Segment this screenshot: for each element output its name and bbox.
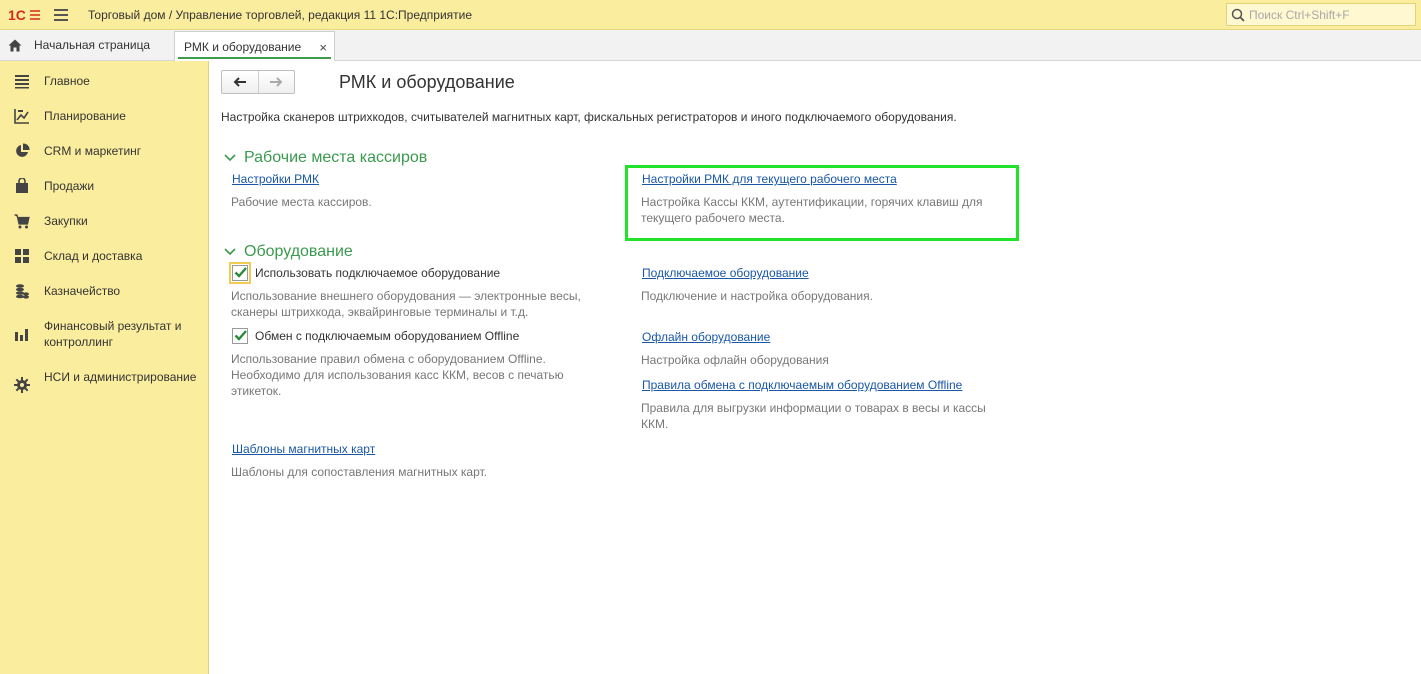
use-equipment-checkbox-row[interactable]: Использовать подключаемое оборудование — [229, 262, 501, 284]
use-equipment-checkbox[interactable] — [229, 262, 251, 284]
offline-exchange-note: Использование правил обмена с оборудован… — [231, 351, 564, 399]
1c-logo[interactable]: 1С — [8, 7, 42, 23]
sidebar-item-label: Главное — [44, 74, 90, 88]
shopping-bag-icon — [16, 178, 28, 193]
hamburger-line — [54, 9, 68, 11]
note-line: Использование правил обмена с оборудован… — [231, 352, 546, 366]
forward-button[interactable] — [257, 71, 294, 93]
coins-icon — [16, 284, 29, 299]
app-title: Торговый дом / Управление торговлей, ред… — [88, 8, 473, 22]
note-line: этикеток. — [231, 384, 282, 398]
note-line: сканеры штрихкода, эквайринговые термина… — [231, 305, 529, 319]
sidebar-item-warehouse[interactable]: Склад и доставка — [0, 247, 209, 265]
note-line: ККМ. — [641, 417, 669, 431]
tab-rmk-equipment[interactable]: РМК и оборудование × — [174, 31, 335, 61]
chevron-down-icon — [224, 248, 236, 256]
page-title: РМК и оборудование — [339, 72, 515, 92]
highlight-frame — [625, 165, 1019, 241]
sidebar-item-planning[interactable]: Планирование — [0, 107, 209, 125]
global-search[interactable] — [1226, 3, 1416, 26]
offline-exchange-rules-link[interactable]: Правила обмена с подключаемым оборудован… — [642, 378, 962, 392]
magnetic-card-templates-note: Шаблоны для сопоставления магнитных карт… — [231, 465, 488, 479]
bar-chart-icon — [15, 329, 28, 341]
sidebar-item-crm[interactable]: CRM и маркетинг — [0, 142, 209, 160]
svg-text:1С: 1С — [8, 7, 26, 23]
tab-home[interactable]: Начальная страница — [0, 30, 160, 60]
page-description: Настройка сканеров штрихкодов, считывате… — [221, 110, 957, 124]
home-icon — [8, 39, 22, 51]
magnetic-card-templates-link[interactable]: Шаблоны магнитных карт — [232, 442, 375, 456]
chevron-down-icon — [224, 154, 236, 162]
top-bar: 1С Торговый дом / Управление торговлей, … — [0, 0, 1421, 30]
pie-chart-icon — [16, 143, 30, 157]
planning-icon — [14, 109, 29, 124]
offline-equipment-note: Настройка офлайн оборудования — [641, 353, 829, 367]
sidebar-item-label: Продажи — [44, 179, 95, 193]
tab-home-label: Начальная страница — [34, 38, 151, 52]
checkmark-icon — [234, 330, 247, 341]
search-icon — [1231, 8, 1245, 22]
cart-icon — [14, 214, 30, 229]
sidebar-item-label: Казначейство — [44, 284, 121, 298]
tab-strip: Начальная страница РМК и оборудование × — [0, 30, 1421, 61]
tab-active-label: РМК и оборудование — [184, 39, 302, 54]
checkmark-icon — [234, 267, 247, 278]
sidebar-item-main[interactable]: Главное — [0, 72, 209, 90]
group-cashiers-header[interactable]: Рабочие места кассиров — [223, 149, 427, 167]
note-line: Использование внешнего оборудования — эл… — [231, 289, 581, 303]
checkbox-label: Обмен с подключаемым оборудованием Offli… — [255, 329, 520, 343]
sidebar-item-label: Планирование — [44, 109, 126, 123]
list-icon — [15, 75, 29, 89]
history-nav — [221, 70, 295, 94]
sidebar-item-finance[interactable]: Финансовый результат и контроллинг — [0, 317, 209, 351]
search-input[interactable] — [1249, 7, 1413, 23]
warehouse-icon — [15, 249, 29, 263]
offline-exchange-checkbox-row[interactable]: Обмен с подключаемым оборудованием Offli… — [232, 328, 519, 344]
back-button[interactable] — [222, 71, 258, 93]
offline-equipment-link[interactable]: Офлайн оборудование — [642, 330, 770, 344]
connected-equipment-link[interactable]: Подключаемое оборудование — [642, 266, 809, 280]
checkbox-label: Использовать подключаемое оборудование — [255, 266, 501, 280]
sidebar: Главное Планирование CRM и маркетинг Про… — [0, 61, 209, 674]
hamburger-line — [54, 19, 68, 21]
connected-equipment-note: Подключение и настройка оборудования. — [641, 289, 873, 303]
sidebar-item-label: Финансовый результат и контроллинг — [44, 319, 182, 349]
sidebar-item-treasury[interactable]: Казначейство — [0, 282, 209, 300]
rmk-settings-note: Рабочие места кассиров. — [231, 195, 372, 209]
group-equipment-header[interactable]: Оборудование — [223, 243, 353, 261]
offline-exchange-rules-note: Правила для выгрузки информации о товара… — [641, 400, 986, 432]
note-line: Правила для выгрузки информации о товара… — [641, 401, 986, 415]
arrow-left-icon — [233, 77, 246, 87]
sidebar-item-label: Закупки — [44, 214, 88, 228]
note-line: Необходимо для использования касс ККМ, в… — [231, 368, 564, 382]
sidebar-item-label: Склад и доставка — [44, 249, 143, 263]
sidebar-item-sales[interactable]: Продажи — [0, 177, 209, 195]
use-equipment-note: Использование внешнего оборудования — эл… — [231, 288, 581, 320]
sidebar-item-nsi-admin[interactable]: НСИ и администрирование — [0, 368, 209, 402]
gear-icon — [14, 377, 30, 393]
close-icon[interactable]: × — [319, 40, 327, 55]
sidebar-item-purchases[interactable]: Закупки — [0, 212, 209, 230]
group-title: Оборудование — [244, 243, 353, 260]
sidebar-item-label: CRM и маркетинг — [44, 144, 142, 158]
sidebar-item-label: НСИ и администрирование — [44, 370, 197, 384]
main-menu-button[interactable] — [54, 9, 68, 21]
group-title: Рабочие места кассиров — [244, 149, 428, 166]
hamburger-line — [54, 14, 68, 16]
offline-exchange-checkbox[interactable] — [232, 328, 248, 344]
rmk-settings-link[interactable]: Настройки РМК — [232, 172, 319, 186]
arrow-right-icon — [270, 77, 283, 87]
